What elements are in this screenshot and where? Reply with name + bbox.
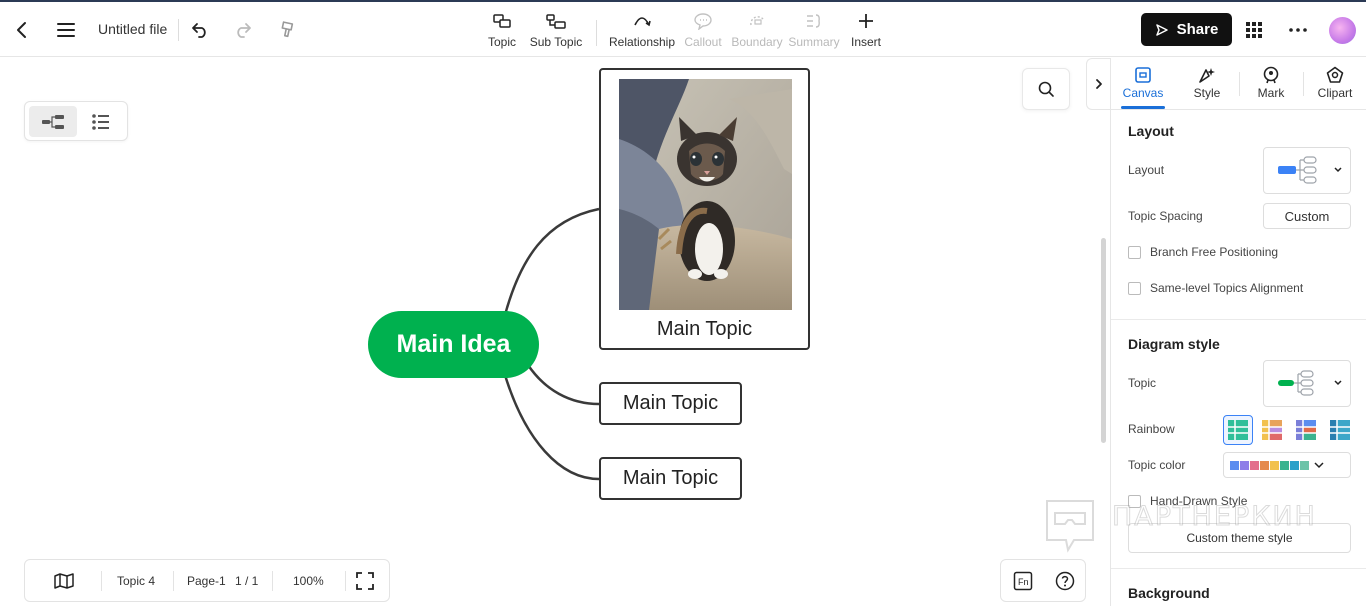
mark-icon — [1262, 64, 1280, 86]
topic-style-preview-icon — [1278, 370, 1342, 396]
branch-free-checkbox[interactable] — [1128, 246, 1141, 259]
function-key-button[interactable]: Fn — [1011, 569, 1035, 593]
tab-clipart-label: Clipart — [1317, 86, 1353, 100]
central-topic[interactable]: Main Idea — [368, 311, 539, 378]
status-divider — [173, 571, 174, 591]
panel-tabs: Canvas Style Mark Clipart — [1111, 58, 1366, 110]
function-help-group: Fn — [1000, 559, 1086, 602]
page-index: 1 / 1 — [235, 573, 259, 588]
color-swatch — [1280, 460, 1289, 470]
topic-style-select[interactable] — [1263, 360, 1351, 407]
panel-scrollbar[interactable] — [1101, 238, 1106, 443]
rainbow-grid-icon — [1296, 420, 1316, 440]
minimap-button[interactable] — [54, 560, 74, 601]
topic-spacing-label: Topic Spacing — [1128, 209, 1203, 223]
chevron-down-icon — [1314, 462, 1324, 469]
zoom-level[interactable]: 100% — [293, 560, 324, 601]
outline-view-icon — [92, 113, 109, 130]
color-swatch — [1290, 460, 1299, 470]
page-name[interactable]: Page-1 — [187, 560, 226, 601]
color-swatch — [1260, 460, 1269, 470]
tab-canvas[interactable]: Canvas — [1115, 64, 1171, 108]
help-icon — [1055, 571, 1075, 591]
color-swatch — [1300, 460, 1309, 470]
status-bar: Topic 4 Page-1 1 / 1 100% — [24, 559, 390, 602]
rainbow-option-2[interactable] — [1257, 415, 1287, 445]
layout-section-title: Layout — [1128, 123, 1174, 139]
more-icon[interactable] — [1286, 18, 1310, 42]
tab-divider — [1239, 72, 1240, 96]
tab-style[interactable]: Style — [1179, 64, 1235, 108]
topic-style-label: Topic — [1128, 376, 1157, 390]
rainbow-grid-icon — [1262, 420, 1282, 440]
topic-node[interactable]: Main Topic — [599, 457, 742, 500]
apps-grid-icon[interactable] — [1242, 18, 1266, 42]
svg-text:Fn: Fn — [1018, 577, 1029, 587]
watermark-text: ПАРТНЕРКИН — [1112, 501, 1317, 533]
diagram-style-title: Diagram style — [1128, 336, 1220, 352]
view-mode-toggle — [24, 101, 128, 141]
tab-divider — [1303, 72, 1304, 96]
topic-spacing-button[interactable]: Custom — [1263, 203, 1351, 229]
layout-select[interactable] — [1263, 147, 1351, 194]
layout-preview-icon — [1278, 156, 1342, 184]
rainbow-grid-icon — [1228, 420, 1248, 440]
watermark-logo — [1046, 500, 1094, 553]
watermark: ПАРТНЕРКИН — [1044, 498, 1364, 554]
fullscreen-button[interactable] — [356, 560, 374, 601]
color-swatch — [1250, 460, 1259, 470]
mindmap-view-icon — [42, 114, 64, 129]
branch-free-label: Branch Free Positioning — [1150, 245, 1279, 259]
share-label: Share — [1176, 21, 1219, 38]
active-tab-indicator — [1121, 106, 1165, 109]
tab-mark-label: Mark — [1257, 86, 1285, 100]
color-swatch — [1230, 460, 1239, 470]
layout-label: Layout — [1128, 163, 1165, 177]
chevron-right-icon — [1095, 79, 1102, 89]
status-divider — [272, 571, 273, 591]
topic-node[interactable]: Main Topic — [599, 382, 742, 425]
background-section-title: Background — [1128, 585, 1210, 601]
status-divider — [101, 571, 102, 591]
avatar[interactable] — [1329, 17, 1356, 44]
topic-with-image[interactable]: Main Topic — [599, 68, 810, 350]
outline-view-button[interactable] — [77, 106, 125, 137]
mindmap-view-button[interactable] — [29, 106, 77, 137]
canvas-icon — [1134, 64, 1152, 86]
rainbow-option-3[interactable] — [1291, 415, 1321, 445]
rainbow-option-1[interactable] — [1223, 415, 1253, 445]
same-level-checkbox[interactable] — [1128, 282, 1141, 295]
tab-mark[interactable]: Mark — [1243, 64, 1299, 108]
topic-color-select[interactable] — [1223, 452, 1351, 478]
status-divider — [345, 571, 346, 591]
fullscreen-icon — [356, 571, 374, 590]
share-button[interactable]: Share — [1141, 13, 1232, 46]
rainbow-option-4[interactable] — [1325, 415, 1355, 445]
tab-style-label: Style — [1193, 86, 1221, 100]
section-divider — [1111, 568, 1366, 569]
color-swatch — [1240, 460, 1249, 470]
map-icon — [54, 572, 74, 589]
help-button[interactable] — [1053, 569, 1077, 593]
same-level-label: Same-level Topics Alignment — [1150, 281, 1304, 295]
search-button[interactable] — [1022, 68, 1070, 110]
topic-image — [619, 79, 792, 310]
tab-clipart[interactable]: Clipart — [1307, 64, 1363, 108]
branch-connectors — [503, 207, 600, 481]
tab-canvas-label: Canvas — [1122, 86, 1164, 100]
clipart-icon — [1326, 64, 1344, 86]
topic-color-label: Topic color — [1128, 458, 1186, 472]
search-icon — [1038, 81, 1054, 97]
rainbow-grid-icon — [1330, 420, 1350, 440]
send-icon — [1155, 23, 1168, 36]
topic-count: Topic 4 — [117, 573, 156, 588]
color-swatch — [1270, 460, 1279, 470]
section-divider — [1111, 319, 1366, 320]
style-icon — [1197, 64, 1217, 86]
topic-label: Main Topic — [656, 318, 753, 340]
rainbow-label: Rainbow — [1128, 422, 1175, 436]
panel-collapse-button[interactable] — [1086, 58, 1110, 110]
function-key-icon: Fn — [1013, 571, 1033, 591]
